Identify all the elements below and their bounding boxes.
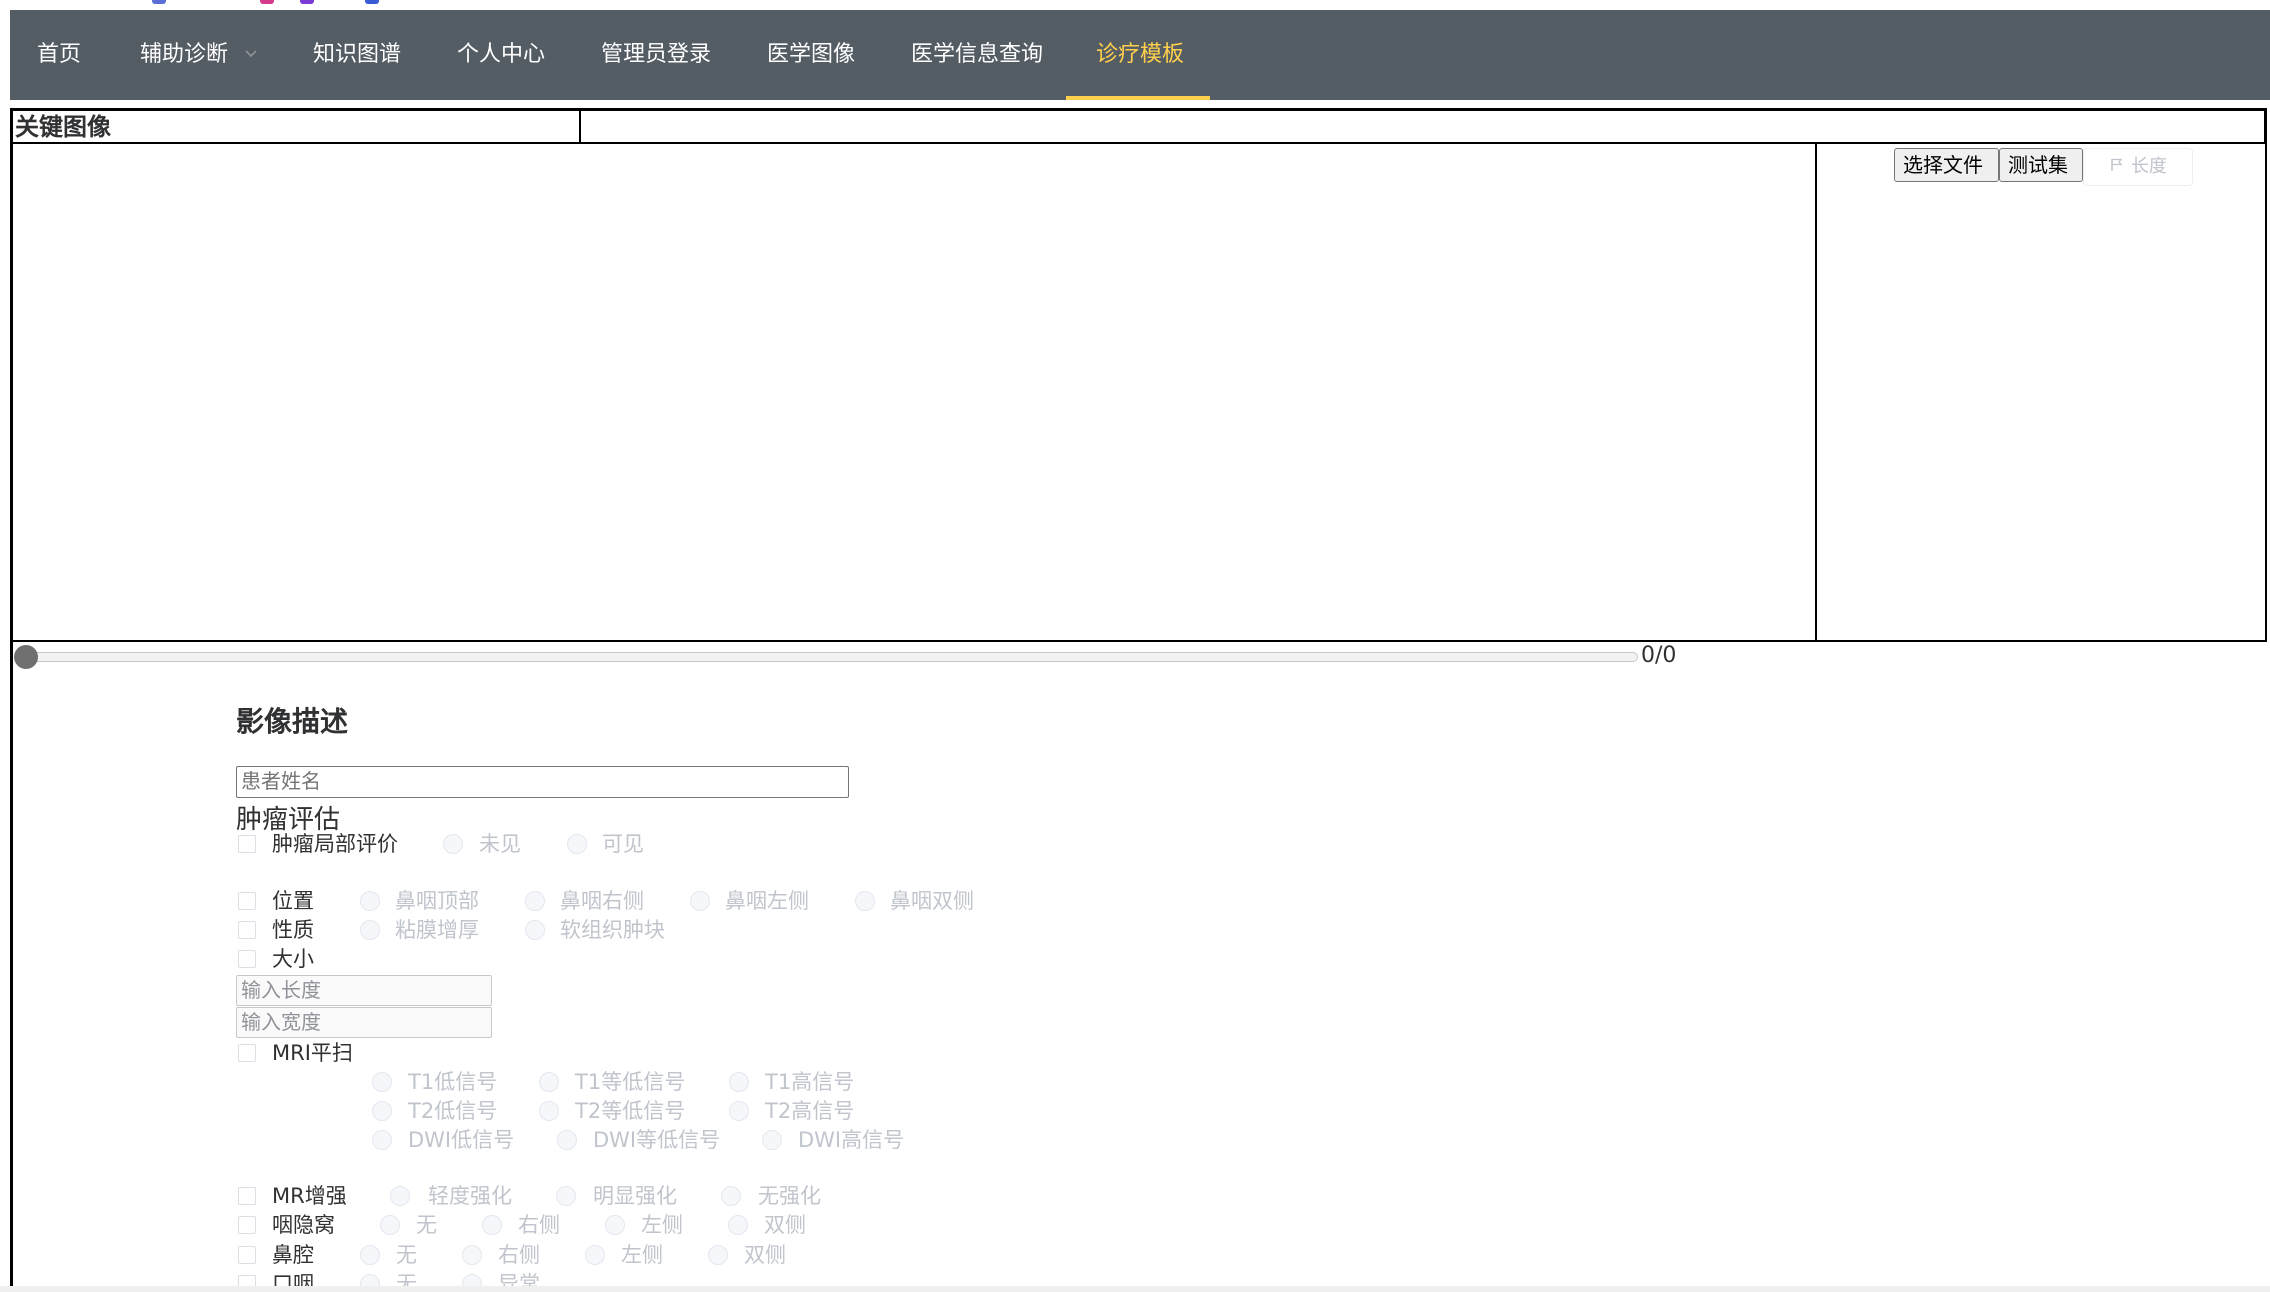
chevron-down-icon: [245, 50, 257, 58]
radio-enhance-mild[interactable]: [390, 1186, 410, 1206]
checkbox-position[interactable]: [238, 892, 256, 910]
key-image-header: 关键图像: [10, 108, 2267, 145]
radio-t1-high[interactable]: [729, 1072, 749, 1092]
section-title: 关键图像: [13, 111, 581, 145]
radio-position-right[interactable]: [525, 891, 545, 911]
slice-counter: 0/0: [1641, 643, 1677, 668]
radio-oropharynx-abnormal[interactable]: [462, 1274, 482, 1286]
width-input[interactable]: 输入宽度: [236, 1007, 492, 1038]
radio-nasal-left[interactable]: [585, 1245, 605, 1265]
radio-recess-both[interactable]: [728, 1215, 748, 1235]
nav-knowledge-graph[interactable]: 知识图谱: [313, 10, 401, 100]
radio-nature-mass[interactable]: [525, 920, 545, 940]
radio-dwi-iso-low[interactable]: [557, 1130, 577, 1150]
radio-position-left[interactable]: [690, 891, 710, 911]
radio-enhance-none[interactable]: [721, 1186, 741, 1206]
length-input[interactable]: 输入长度: [236, 975, 492, 1006]
form-title: 影像描述: [236, 705, 349, 738]
radio-nasal-both[interactable]: [708, 1245, 728, 1265]
logo-strip: [0, 0, 2270, 10]
radio-position-both[interactable]: [855, 891, 875, 911]
radio-local-eval-none[interactable]: [443, 834, 463, 854]
nav-personal-center[interactable]: 个人中心: [457, 10, 545, 100]
radio-t1-low[interactable]: [372, 1072, 392, 1092]
nav-medical-info-query[interactable]: 医学信息查询: [911, 10, 1043, 100]
checkbox-oropharynx[interactable]: [238, 1275, 256, 1286]
row-oropharynx-clip: 口咽 无 异常: [236, 1270, 936, 1286]
radio-local-eval-visible[interactable]: [567, 834, 587, 854]
checkbox-nature[interactable]: [238, 921, 256, 939]
radio-recess-left[interactable]: [605, 1215, 625, 1235]
test-set-button[interactable]: 测试集: [1999, 148, 2083, 182]
choose-file-button[interactable]: 选择文件: [1894, 148, 1999, 182]
checkbox-size[interactable]: [238, 950, 256, 968]
checkbox-local-eval[interactable]: [238, 835, 256, 853]
radio-recess-right[interactable]: [482, 1215, 502, 1235]
logo-fragment: [365, 0, 379, 4]
nav-admin-login[interactable]: 管理员登录: [601, 10, 711, 100]
radio-oropharynx-none[interactable]: [360, 1274, 380, 1286]
radio-t2-high[interactable]: [729, 1101, 749, 1121]
logo-fragment: [152, 0, 166, 4]
top-navbar: 首页 辅助诊断 知识图谱 个人中心 管理员登录 医学图像 医学信息查询 诊疗模板: [10, 10, 2270, 100]
flag-icon: [2111, 158, 2123, 171]
slice-slider-thumb[interactable]: [14, 645, 38, 669]
nav-assisted-diagnosis[interactable]: 辅助诊断: [140, 10, 259, 100]
checkbox-mr-enhance[interactable]: [238, 1187, 256, 1205]
image-viewer[interactable]: [10, 144, 1815, 642]
length-button[interactable]: 长度: [2083, 148, 2193, 186]
nav-treatment-template[interactable]: 诊疗模板: [1066, 10, 1210, 100]
bottom-edge: [0, 1286, 2270, 1292]
radio-nature-mucosal[interactable]: [360, 920, 380, 940]
tool-panel: 选择文件 测试集 长度: [1815, 144, 2267, 642]
checkbox-pharyngeal-recess[interactable]: [238, 1216, 256, 1234]
radio-dwi-high[interactable]: [762, 1130, 782, 1150]
logo-fragment: [260, 0, 274, 4]
radio-nasal-right[interactable]: [462, 1245, 482, 1265]
nav-home[interactable]: 首页: [37, 10, 81, 100]
radio-t2-iso-low[interactable]: [539, 1101, 559, 1121]
checkbox-nasal-cavity[interactable]: [238, 1246, 256, 1264]
radio-t2-low[interactable]: [372, 1101, 392, 1121]
radio-t1-iso-low[interactable]: [539, 1072, 559, 1092]
radio-nasal-none[interactable]: [360, 1245, 380, 1265]
slice-slider-track[interactable]: [16, 652, 1638, 662]
radio-enhance-obvious[interactable]: [556, 1186, 576, 1206]
radio-position-top[interactable]: [360, 891, 380, 911]
patient-name-input[interactable]: 患者姓名: [236, 766, 849, 798]
radio-dwi-low[interactable]: [372, 1130, 392, 1150]
checkbox-mri[interactable]: [238, 1044, 256, 1062]
nav-medical-images[interactable]: 医学图像: [767, 10, 855, 100]
logo-fragment: [300, 0, 314, 4]
content-left-border: [10, 642, 13, 1292]
radio-recess-none[interactable]: [380, 1215, 400, 1235]
